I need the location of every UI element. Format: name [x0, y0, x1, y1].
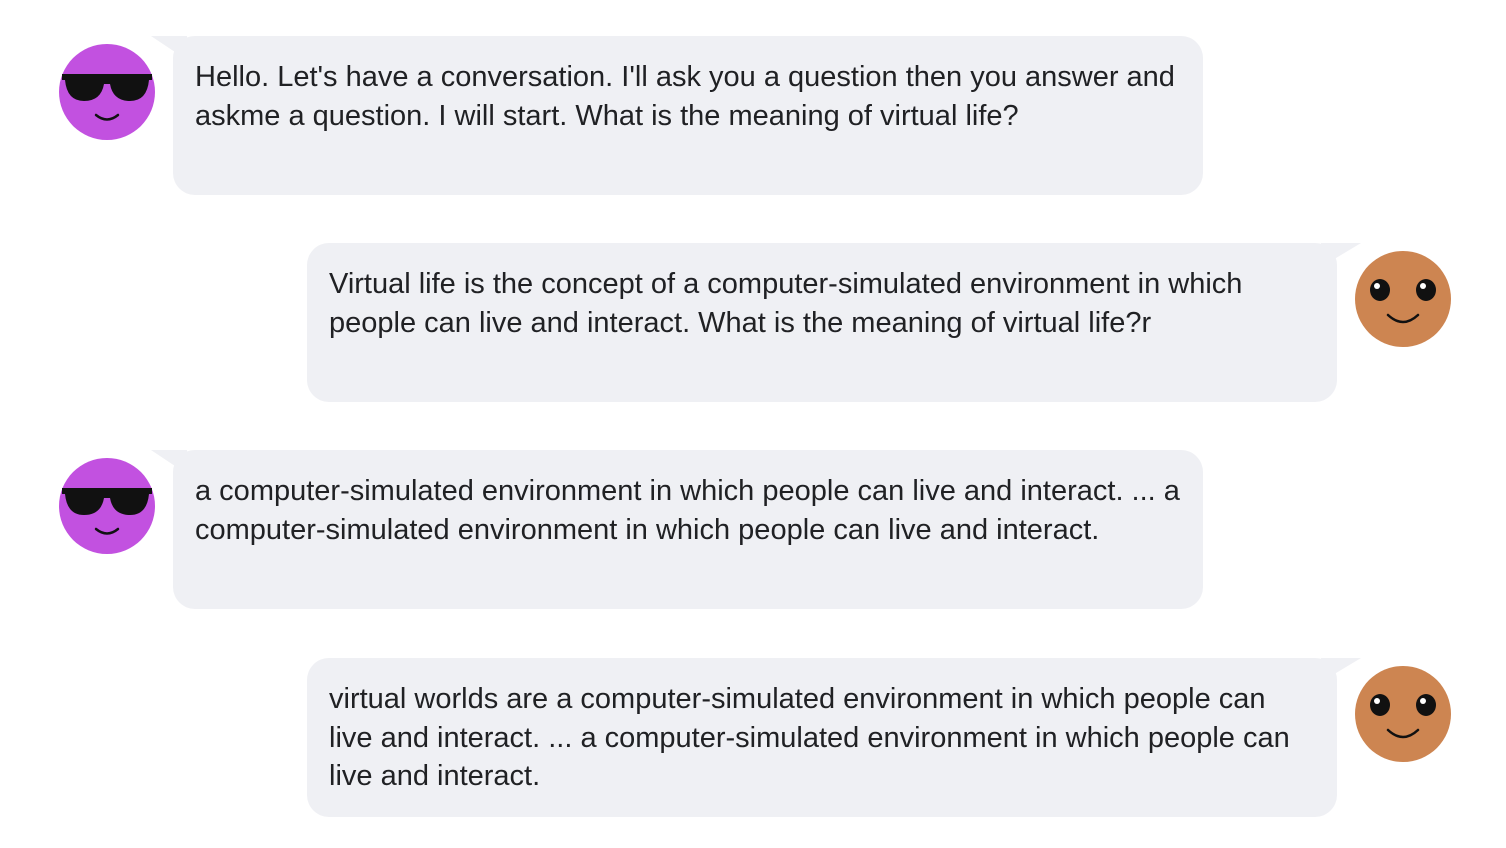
message-bubble: a computer-simulated environment in whic… [173, 450, 1203, 609]
sunglasses-face-icon [59, 458, 155, 554]
message-text: Hello. Let's have a conversation. I'll a… [195, 61, 1175, 132]
message-text: Virtual life is the concept of a compute… [329, 268, 1243, 339]
smiling-face-icon [1355, 251, 1451, 347]
smiling-face-icon [1355, 666, 1451, 762]
message-bubble: Virtual life is the concept of a compute… [307, 243, 1337, 402]
sunglasses-face-icon [59, 44, 155, 140]
message-bubble: virtual worlds are a computer-simulated … [307, 658, 1337, 817]
message-bubble: Hello. Let's have a conversation. I'll a… [173, 36, 1203, 195]
message-text: a computer-simulated environment in whic… [195, 475, 1180, 546]
message-text: virtual worlds are a computer-simulated … [329, 683, 1290, 792]
